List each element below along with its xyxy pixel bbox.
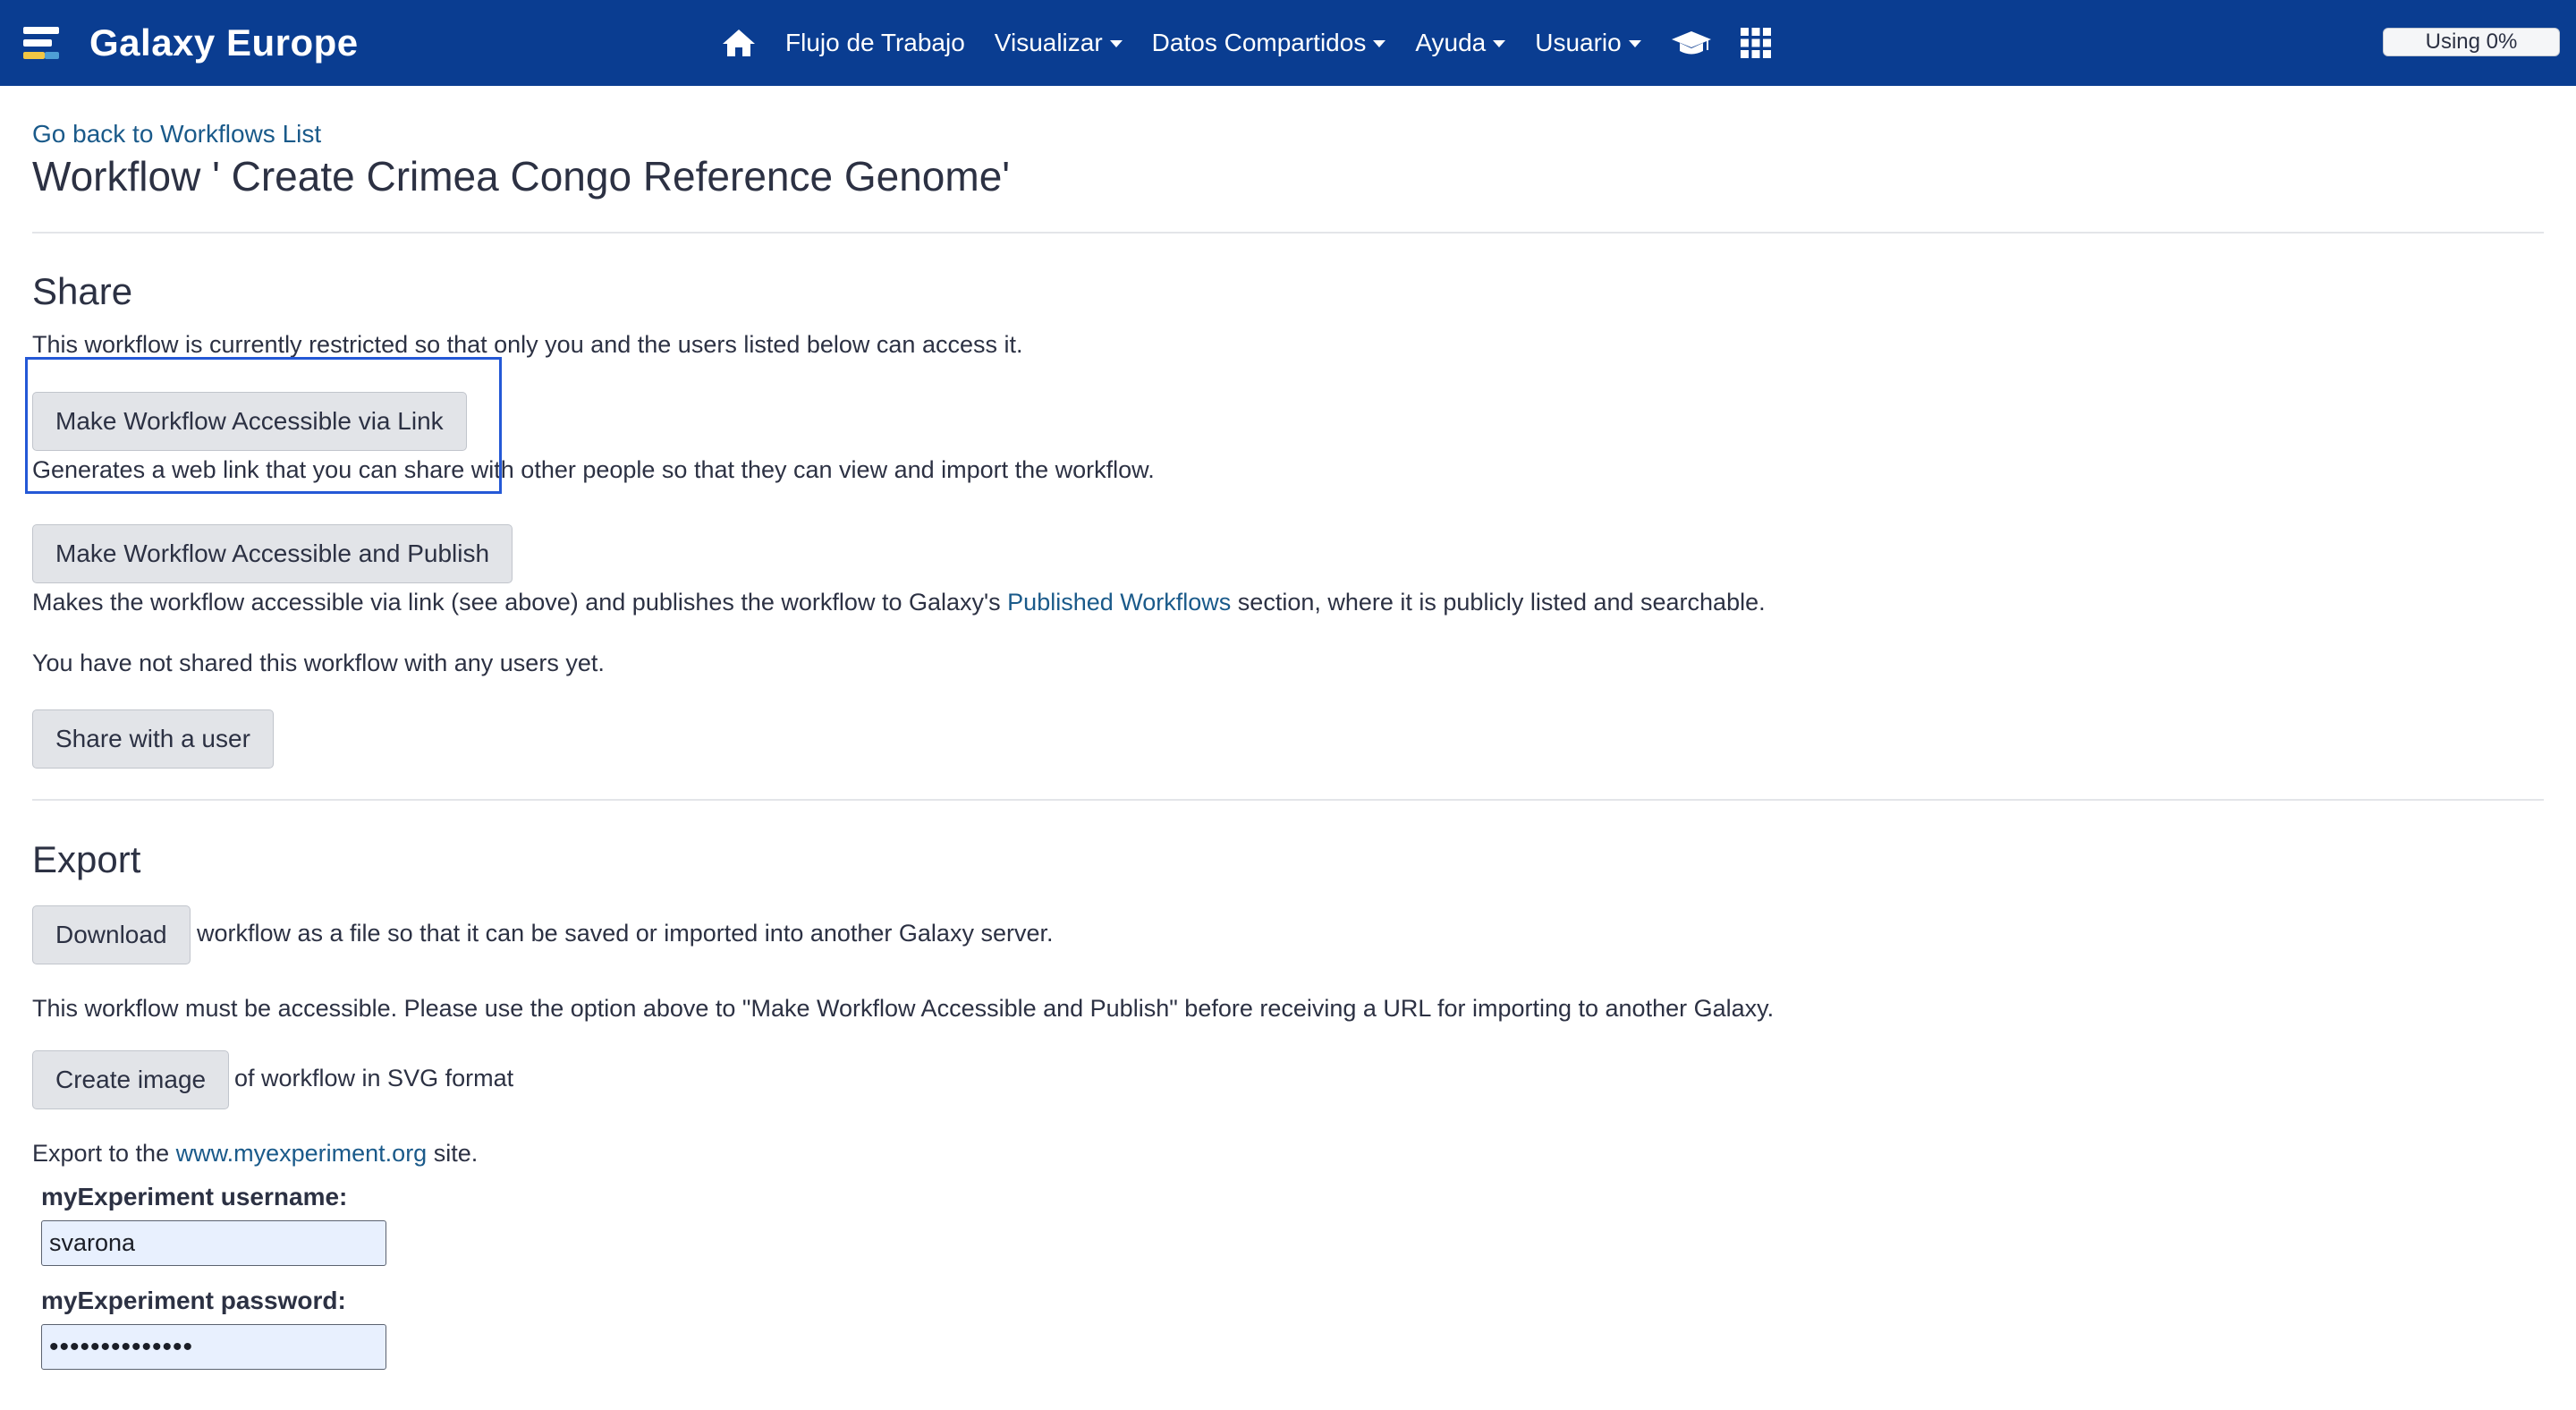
myexperiment-username-label: myExperiment username: [41, 1183, 348, 1210]
home-icon[interactable] [721, 28, 757, 58]
quota-label: Using 0% [2425, 30, 2518, 54]
published-workflows-link[interactable]: Published Workflows [1007, 589, 1231, 616]
quota-meter[interactable]: Using 0% [2383, 28, 2560, 56]
back-to-workflows-link[interactable]: Go back to Workflows List [32, 120, 321, 149]
nav-item-workflow[interactable]: Flujo de Trabajo [785, 29, 965, 57]
share-status-text: This workflow is currently restricted so… [32, 331, 1023, 358]
brand-link[interactable]: Galaxy Europe [23, 20, 359, 66]
caret-down-icon [1493, 40, 1506, 47]
make-accessible-via-link-button[interactable]: Make Workflow Accessible via Link [32, 392, 467, 451]
divider [32, 232, 2544, 234]
myexperiment-export-text: Export to the www.myexperiment.org site. [32, 1140, 479, 1167]
masthead: Galaxy Europe Flujo de Trabajo Visualiza… [0, 0, 2576, 86]
link-description: Generates a web link that you can share … [32, 456, 1155, 483]
myexperiment-link[interactable]: www.myexperiment.org [176, 1140, 428, 1167]
brand-title: Galaxy Europe [89, 21, 359, 64]
caret-down-icon [1628, 40, 1641, 47]
caret-down-icon [1109, 40, 1123, 47]
download-button[interactable]: Download [32, 905, 191, 964]
main-nav: Flujo de Trabajo Visualizar Datos Compar… [721, 16, 1800, 70]
make-accessible-and-publish-button[interactable]: Make Workflow Accessible and Publish [32, 524, 513, 583]
create-image-description: of workflow in SVG format [234, 1065, 514, 1091]
galaxy-logo-icon [23, 23, 63, 63]
myexperiment-password-input[interactable] [41, 1324, 386, 1370]
download-description: workflow as a file so that it can be sav… [197, 920, 1054, 947]
nav-item-shared-data[interactable]: Datos Compartidos [1152, 29, 1386, 57]
share-with-user-button[interactable]: Share with a user [32, 709, 274, 769]
publish-description: Makes the workflow accessible via link (… [32, 589, 1766, 616]
export-heading: Export [32, 838, 141, 880]
nav-item-visualize[interactable]: Visualizar [995, 29, 1123, 57]
graduation-cap-icon[interactable] [1671, 30, 1712, 56]
apps-grid-icon[interactable] [1740, 28, 1771, 58]
nav-item-help[interactable]: Ayuda [1415, 29, 1506, 57]
page-title: Workflow ' Create Crimea Congo Reference… [32, 153, 1011, 200]
url-note: This workflow must be accessible. Please… [32, 995, 1775, 1022]
caret-down-icon [1373, 40, 1386, 47]
myexperiment-password-label: myExperiment password: [41, 1287, 346, 1314]
nav-item-user[interactable]: Usuario [1535, 29, 1641, 57]
divider [32, 799, 2544, 801]
myexperiment-username-input[interactable] [41, 1220, 386, 1266]
share-heading: Share [32, 270, 133, 312]
users-share-status: You have not shared this workflow with a… [32, 650, 605, 676]
create-image-button[interactable]: Create image [32, 1050, 230, 1109]
